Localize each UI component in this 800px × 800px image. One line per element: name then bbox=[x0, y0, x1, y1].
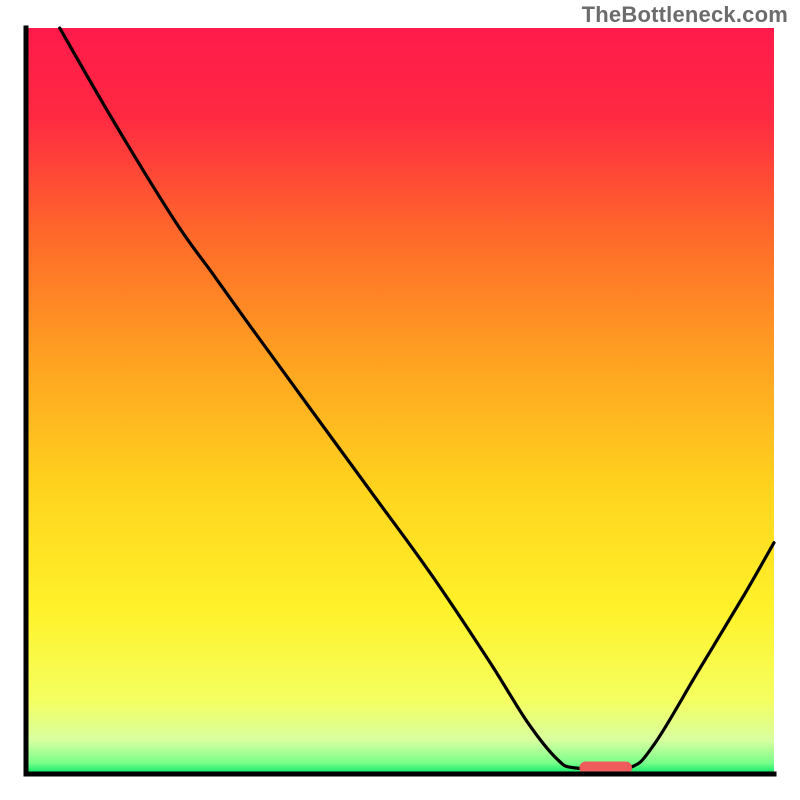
bottleneck-chart bbox=[0, 0, 800, 800]
plot-background bbox=[26, 28, 774, 774]
watermark-text: TheBottleneck.com bbox=[582, 2, 788, 28]
chart-container: TheBottleneck.com bbox=[0, 0, 800, 800]
